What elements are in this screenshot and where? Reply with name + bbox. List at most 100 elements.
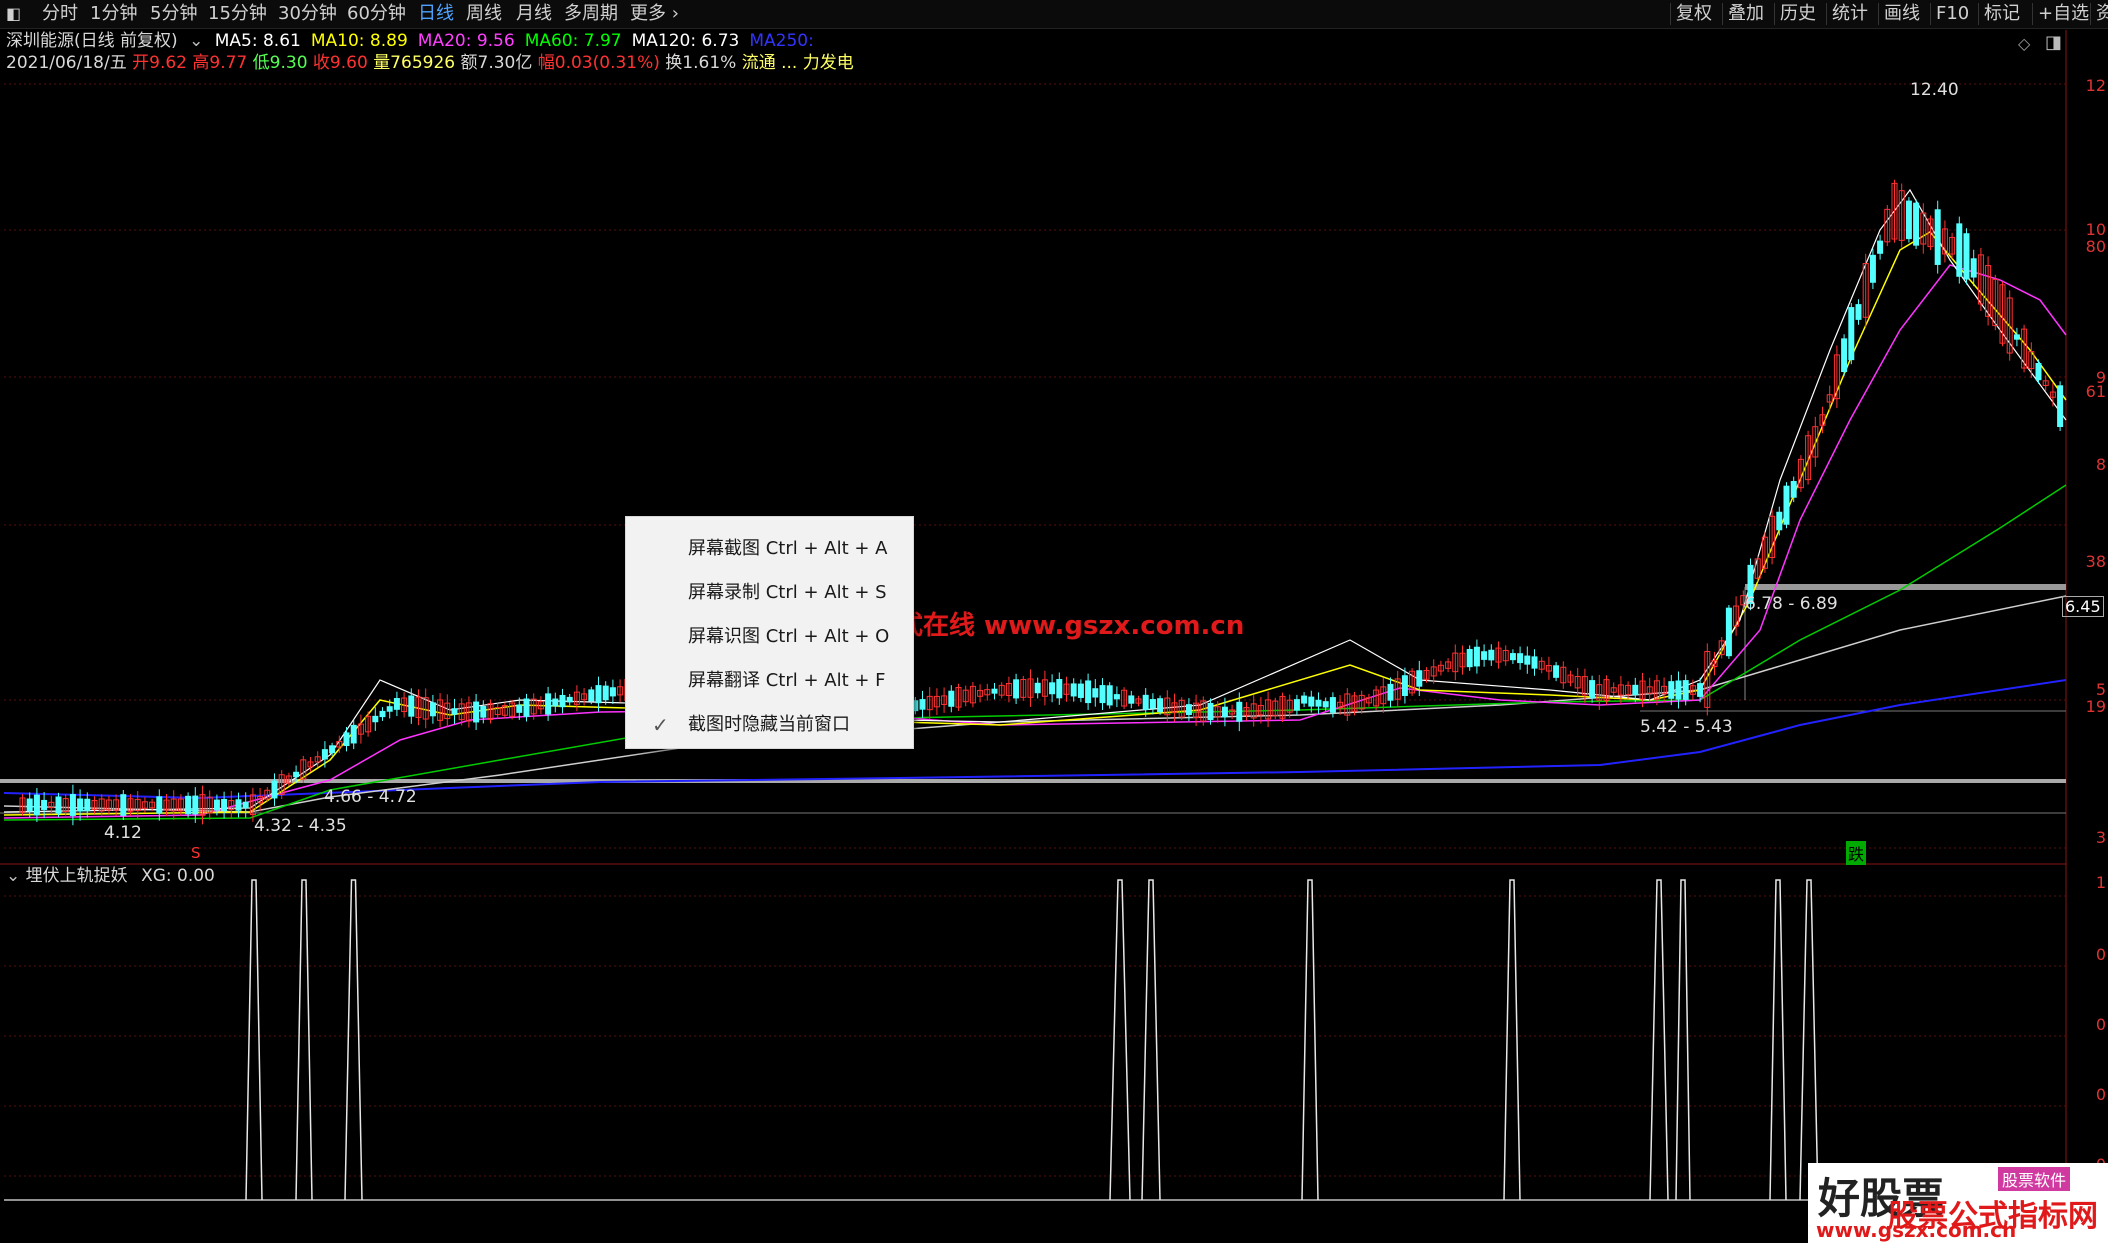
context-menu-item-1[interactable]: 屏幕录制 Ctrl + Alt + S	[626, 571, 913, 615]
signal-spike	[344, 879, 363, 1201]
indicator-axis-label: 0	[2095, 945, 2106, 964]
candle-body	[55, 796, 62, 814]
context-menu-item-3[interactable]: 屏幕翻译 Ctrl + Alt + F	[626, 659, 913, 703]
price-axis-label: 8	[2095, 455, 2106, 474]
candle-body	[1207, 702, 1214, 721]
candle-body	[1517, 653, 1524, 664]
candle-body	[1149, 699, 1156, 709]
candle-body	[1070, 683, 1077, 697]
signal-spike	[1649, 879, 1669, 1201]
ma5-line	[3, 188, 2067, 813]
candle-body	[1963, 233, 1970, 280]
candle-body	[1099, 685, 1106, 704]
price-axis-label: 19	[2085, 697, 2106, 716]
signal-spike	[1799, 879, 1819, 1201]
candle-body	[1401, 675, 1408, 696]
candle-body	[1848, 307, 1855, 361]
candle-body	[523, 698, 530, 717]
price-axis-label: 3	[2095, 828, 2106, 847]
candle-body	[120, 794, 127, 816]
candle-body	[1315, 699, 1322, 707]
check-icon: ✓	[652, 713, 669, 737]
candle-body	[1322, 701, 1329, 708]
candle-body	[1157, 698, 1164, 713]
candle-body	[221, 798, 228, 812]
candle-body	[1790, 481, 1797, 498]
candle-body	[379, 710, 386, 718]
candle-body	[1783, 485, 1790, 525]
candle-body	[213, 799, 220, 811]
candle-body	[1142, 694, 1149, 711]
candle-body	[69, 794, 76, 816]
collapse-icon[interactable]: ⌄	[6, 866, 20, 886]
candle-body	[156, 796, 163, 814]
low-price-label: 4.12	[104, 823, 142, 843]
candle-body	[991, 688, 998, 694]
context-menu-item-0[interactable]: 屏幕截图 Ctrl + Alt + A	[626, 527, 913, 571]
candle-body	[1473, 646, 1480, 667]
candle-body	[1776, 511, 1783, 531]
candle-body	[235, 799, 242, 811]
context-menu-label: 屏幕识图 Ctrl + Alt + O	[688, 626, 890, 647]
brand-watermark: 好股票 股票软件 股票公式指标网 www.gszx.com.cn	[1808, 1163, 2108, 1243]
candle-body	[2057, 385, 2064, 428]
candle-body	[1855, 304, 1862, 320]
price-axis-label: 61	[2085, 382, 2106, 401]
signal-spike	[1301, 879, 1319, 1201]
candle-body	[293, 771, 300, 778]
candle-body	[1308, 696, 1315, 707]
candle-body	[516, 704, 523, 713]
candle-body	[1934, 209, 1941, 265]
candle-body	[1049, 682, 1056, 695]
candle-body	[1329, 697, 1336, 713]
candle-body	[1416, 670, 1423, 687]
candle-body	[1481, 651, 1488, 660]
context-menu-item-4[interactable]: ✓ 截图时隐藏当前窗口	[626, 703, 913, 747]
candle-body	[350, 724, 357, 744]
signal-spike	[1675, 879, 1691, 1201]
candle-body	[451, 708, 458, 715]
candle-body	[386, 706, 393, 712]
candle-body	[609, 687, 616, 697]
context-menu-label: 屏幕截图 Ctrl + Alt + A	[688, 538, 888, 559]
candle-body	[1056, 679, 1063, 699]
indicator-header: ⌄ 埋伏上轨捉妖 XG: 0.00	[6, 866, 215, 886]
candle-body	[329, 745, 336, 754]
candle-body	[1675, 680, 1682, 700]
candle-body	[408, 695, 415, 717]
candle-body	[26, 798, 33, 812]
candle-body	[242, 801, 249, 809]
candle-body	[1632, 684, 1639, 696]
sell-marker: 跌	[1846, 841, 1867, 865]
context-menu-label: 屏幕翻译 Ctrl + Alt + F	[688, 670, 886, 691]
candle-body	[41, 799, 48, 811]
brand-tag: 股票软件	[1998, 1167, 2071, 1191]
candle-body	[1113, 694, 1120, 700]
indicator-axis-label: 0	[2095, 1015, 2106, 1034]
current-price-tag: 6.45	[2062, 596, 2104, 617]
candle-body	[192, 795, 199, 815]
candle-body	[393, 698, 400, 710]
candle-body	[1589, 680, 1596, 699]
candle-body	[429, 702, 436, 717]
candle-body	[919, 699, 926, 710]
brand-url: www.gszx.com.cn	[1816, 1218, 2017, 1242]
candle-body	[1531, 656, 1538, 669]
ma20-line	[3, 264, 2067, 819]
context-menu-label: 屏幕录制 Ctrl + Alt + S	[688, 582, 887, 603]
candle-body	[1185, 704, 1192, 716]
high-price-label: 12.40	[1910, 80, 1959, 100]
candle-body	[1085, 680, 1092, 704]
indicator-axis-label: 0	[2095, 1085, 2106, 1104]
indicator-value: XG: 0.00	[141, 866, 215, 886]
candle-body	[2013, 334, 2020, 340]
candle-body	[2035, 363, 2042, 381]
context-menu-item-2[interactable]: 屏幕识图 Ctrl + Alt + O	[626, 615, 913, 659]
candle-body	[948, 690, 955, 707]
candle-body	[552, 698, 559, 707]
candle-body	[1387, 683, 1394, 701]
candle-body	[588, 689, 595, 702]
candle-body	[1034, 682, 1041, 694]
ma60-line	[3, 484, 2067, 821]
candle-body	[77, 798, 84, 812]
